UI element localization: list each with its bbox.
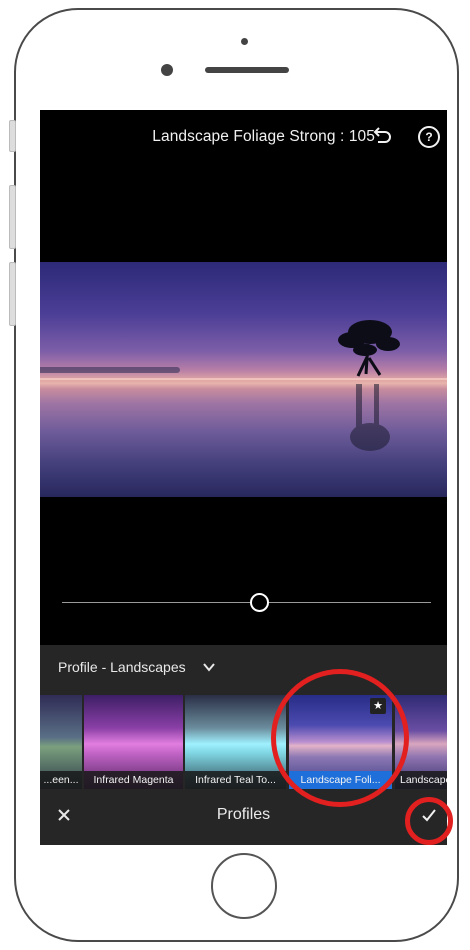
proximity-sensor xyxy=(161,64,173,76)
profile-thumbnail-label: Infrared Teal To... xyxy=(185,771,286,789)
profile-thumbnail-selected[interactable]: ★ Landscape Foli... xyxy=(289,695,392,789)
amount-slider-thumb[interactable] xyxy=(250,593,269,612)
favorite-star-icon[interactable]: ★ xyxy=(370,698,386,714)
profile-thumbnail[interactable]: Landscape xyxy=(395,695,447,789)
chevron-down-icon[interactable] xyxy=(202,661,216,673)
profile-thumbnail-label: Landscape Foli... xyxy=(289,771,392,789)
question-circle-icon[interactable]: ? xyxy=(418,126,440,148)
slider-track-left xyxy=(62,602,250,603)
photo-tree xyxy=(338,320,400,451)
mute-switch xyxy=(9,120,16,152)
profile-thumbnail[interactable]: ...een... xyxy=(40,695,82,789)
app-screen: Landscape Foliage Strong : 105 ? Profile xyxy=(40,110,447,845)
checkmark-icon[interactable] xyxy=(421,807,437,823)
photo-preview xyxy=(40,262,447,497)
profile-thumbnail-label: ...een... xyxy=(40,771,82,789)
profile-thumbnail-label: Infrared Magenta xyxy=(84,771,183,789)
volume-down-button xyxy=(9,262,16,326)
profile-group-selector[interactable]: Profile - Landscapes xyxy=(58,659,186,675)
volume-up-button xyxy=(9,185,16,249)
earpiece-speaker xyxy=(205,67,289,73)
profile-thumbnail[interactable]: Infrared Magenta xyxy=(84,695,183,789)
footer-title: Profiles xyxy=(216,806,271,823)
slider-track-right xyxy=(269,602,431,603)
front-camera xyxy=(241,38,248,45)
profile-thumbnail[interactable]: Infrared Teal To... xyxy=(185,695,286,789)
home-button[interactable] xyxy=(211,853,277,919)
profile-thumbnail-label: Landscape xyxy=(395,771,447,789)
profile-title: Landscape Foliage Strong : 105 xyxy=(152,128,375,145)
undo-arrow-icon[interactable] xyxy=(370,123,392,147)
